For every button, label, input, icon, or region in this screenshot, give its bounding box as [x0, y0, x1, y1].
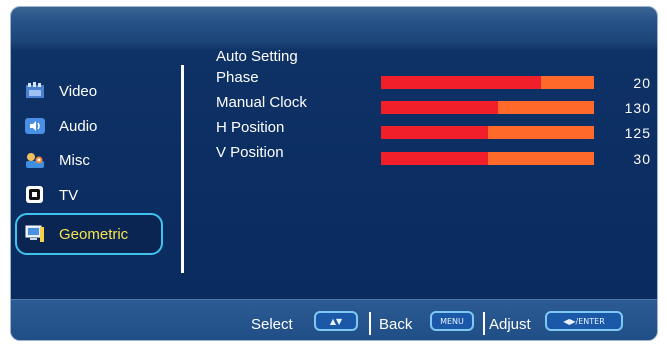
sidebar-item-video[interactable]: Video	[17, 75, 163, 107]
tv-icon	[26, 186, 43, 203]
v-position-value: 30	[633, 151, 651, 167]
h-position-value: 125	[624, 125, 651, 141]
slider-fill	[381, 126, 488, 139]
geometric-icon	[25, 225, 44, 242]
phase-value: 20	[633, 75, 651, 91]
back-key-button[interactable]: MENU	[430, 311, 474, 331]
sidebar-item-label: Audio	[59, 117, 98, 135]
phase-slider[interactable]	[381, 76, 594, 89]
audio-icon	[25, 118, 45, 134]
osd-menu-panel: Video Audio Misc TV Geometric Auto Setti…	[10, 6, 658, 341]
adjust-key-button[interactable]: ◀▶/ENTER	[545, 311, 623, 331]
footer-separator	[483, 312, 485, 335]
sidebar-item-misc[interactable]: Misc	[17, 144, 163, 176]
misc-icon	[26, 153, 44, 168]
adjust-hint-label: Adjust	[489, 316, 531, 333]
sidebar-item-geometric[interactable]: Geometric	[15, 213, 163, 255]
video-icon	[26, 82, 44, 98]
param-label-manual-clock[interactable]: Manual Clock	[216, 94, 307, 111]
sidebar-item-tv[interactable]: TV	[17, 179, 163, 211]
param-label-h-position[interactable]: H Position	[216, 119, 284, 136]
manual-clock-slider[interactable]	[381, 101, 594, 114]
slider-fill	[381, 152, 488, 165]
footer-bar: Select ▲▼ Back MENU Adjust ◀▶/ENTER	[11, 299, 657, 340]
manual-clock-value: 130	[624, 100, 651, 116]
sidebar-item-label: Video	[59, 82, 98, 100]
slider-fill	[381, 76, 541, 89]
vertical-divider	[181, 65, 184, 273]
param-label-phase[interactable]: Phase	[216, 69, 259, 86]
slider-fill	[381, 101, 499, 114]
sidebar-item-label: TV	[59, 186, 79, 204]
footer-separator	[369, 312, 371, 335]
sidebar-item-label: Misc	[59, 151, 90, 169]
header-bar	[11, 7, 657, 45]
h-position-slider[interactable]	[381, 126, 594, 139]
sidebar-item-audio[interactable]: Audio	[17, 110, 163, 142]
v-position-slider[interactable]	[381, 152, 594, 165]
param-label-v-position[interactable]: V Position	[216, 144, 284, 161]
sidebar-item-label: Geometric	[59, 225, 129, 243]
back-hint-label: Back	[379, 316, 413, 333]
auto-setting-item[interactable]: Auto Setting	[216, 48, 298, 65]
select-hint-label: Select	[251, 316, 293, 333]
select-key-button[interactable]: ▲▼	[314, 311, 358, 331]
